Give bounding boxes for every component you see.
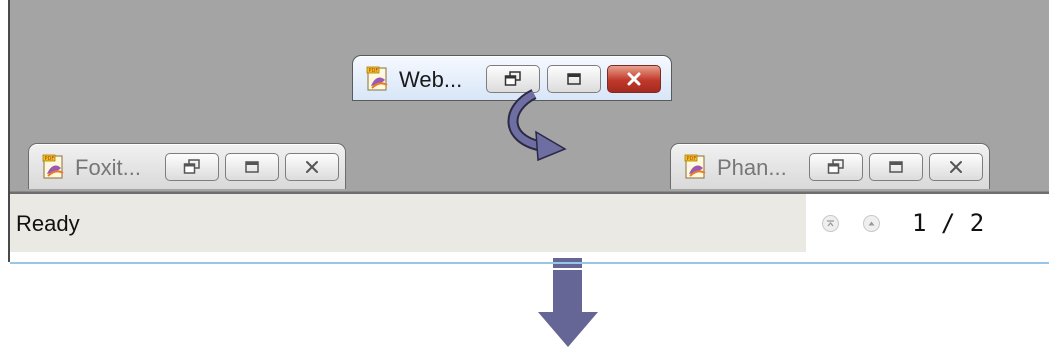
down-arrow-icon: [538, 258, 598, 347]
curved-arrow-icon: [507, 89, 567, 162]
annotation-overlay: [507, 89, 598, 347]
